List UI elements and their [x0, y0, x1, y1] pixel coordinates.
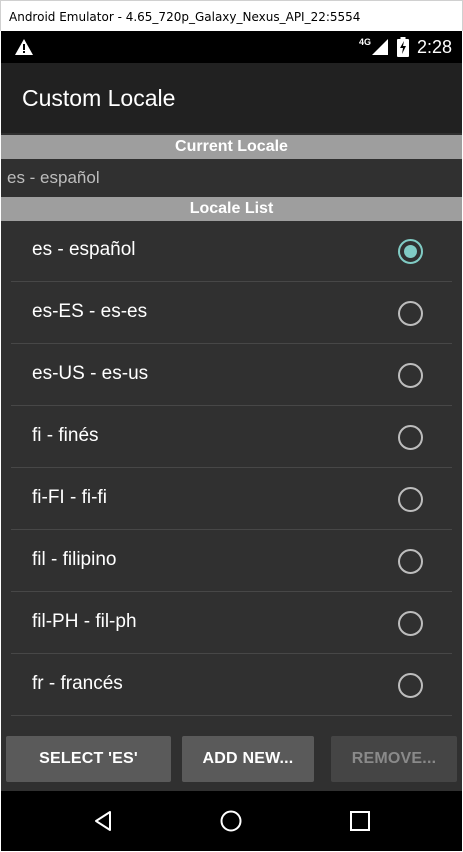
- locale-item-fr[interactable]: fr - francés: [1, 654, 462, 716]
- status-bar: 4G 2:28: [1, 31, 462, 63]
- radio-button[interactable]: [398, 487, 423, 512]
- app-bar: Custom Locale: [1, 63, 462, 133]
- select-locale-button[interactable]: SELECT 'ES': [6, 736, 171, 782]
- current-locale-header: Current Locale: [1, 135, 462, 159]
- network-type-label: 4G: [358, 37, 371, 47]
- radio-button-selected[interactable]: [398, 239, 423, 264]
- locale-item-label: es - español: [32, 239, 136, 260]
- locale-list-header: Locale List: [1, 197, 462, 221]
- radio-button[interactable]: [398, 611, 423, 636]
- add-new-button[interactable]: ADD NEW...: [182, 736, 314, 782]
- locale-item-es[interactable]: es - español: [1, 220, 462, 282]
- locale-item-fi[interactable]: fi - finés: [1, 406, 462, 468]
- locale-item-label: es-US - es-us: [32, 363, 149, 384]
- divider: [11, 715, 452, 716]
- radio-button[interactable]: [398, 301, 423, 326]
- navigation-bar: [1, 791, 462, 851]
- home-icon[interactable]: [219, 809, 243, 833]
- back-icon[interactable]: [91, 809, 115, 833]
- locale-item-label: fi - finés: [32, 425, 99, 446]
- emulator-window-title: Android Emulator - 4.65_720p_Galaxy_Nexu…: [0, 0, 463, 31]
- locale-item-es-us[interactable]: es-US - es-us: [1, 344, 462, 406]
- locale-item-label: fr - francés: [32, 673, 123, 694]
- status-time: 2:28: [416, 36, 452, 57]
- locale-item-label: fi-FI - fi-fi: [32, 487, 107, 508]
- locale-item-fi-fi[interactable]: fi-FI - fi-fi: [1, 468, 462, 530]
- locale-item-label: es-ES - es-es: [32, 301, 148, 322]
- locale-item-fil[interactable]: fil - filipino: [1, 530, 462, 592]
- locale-item-es-es[interactable]: es-ES - es-es: [1, 282, 462, 344]
- remove-button[interactable]: REMOVE...: [331, 736, 457, 782]
- device-screen: 4G 2:28 Custom Locale Current Locale es …: [1, 31, 462, 851]
- locale-item-fil-ph[interactable]: fil-PH - fil-ph: [1, 592, 462, 654]
- app-title: Custom Locale: [22, 85, 176, 111]
- current-locale-value: es - español: [7, 168, 100, 187]
- radio-button[interactable]: [398, 549, 423, 574]
- locale-item-label: fil-PH - fil-ph: [32, 611, 137, 632]
- signal-icon: [371, 39, 388, 55]
- battery-icon: [396, 37, 409, 57]
- radio-button[interactable]: [398, 363, 423, 388]
- radio-button[interactable]: [398, 425, 423, 450]
- locale-item-label: fil - filipino: [32, 549, 117, 570]
- radio-button[interactable]: [398, 673, 423, 698]
- warning-icon: [15, 39, 33, 55]
- recents-icon[interactable]: [348, 809, 372, 833]
- locale-list: es - español es-ES - es-es es-US - es-us…: [1, 220, 462, 716]
